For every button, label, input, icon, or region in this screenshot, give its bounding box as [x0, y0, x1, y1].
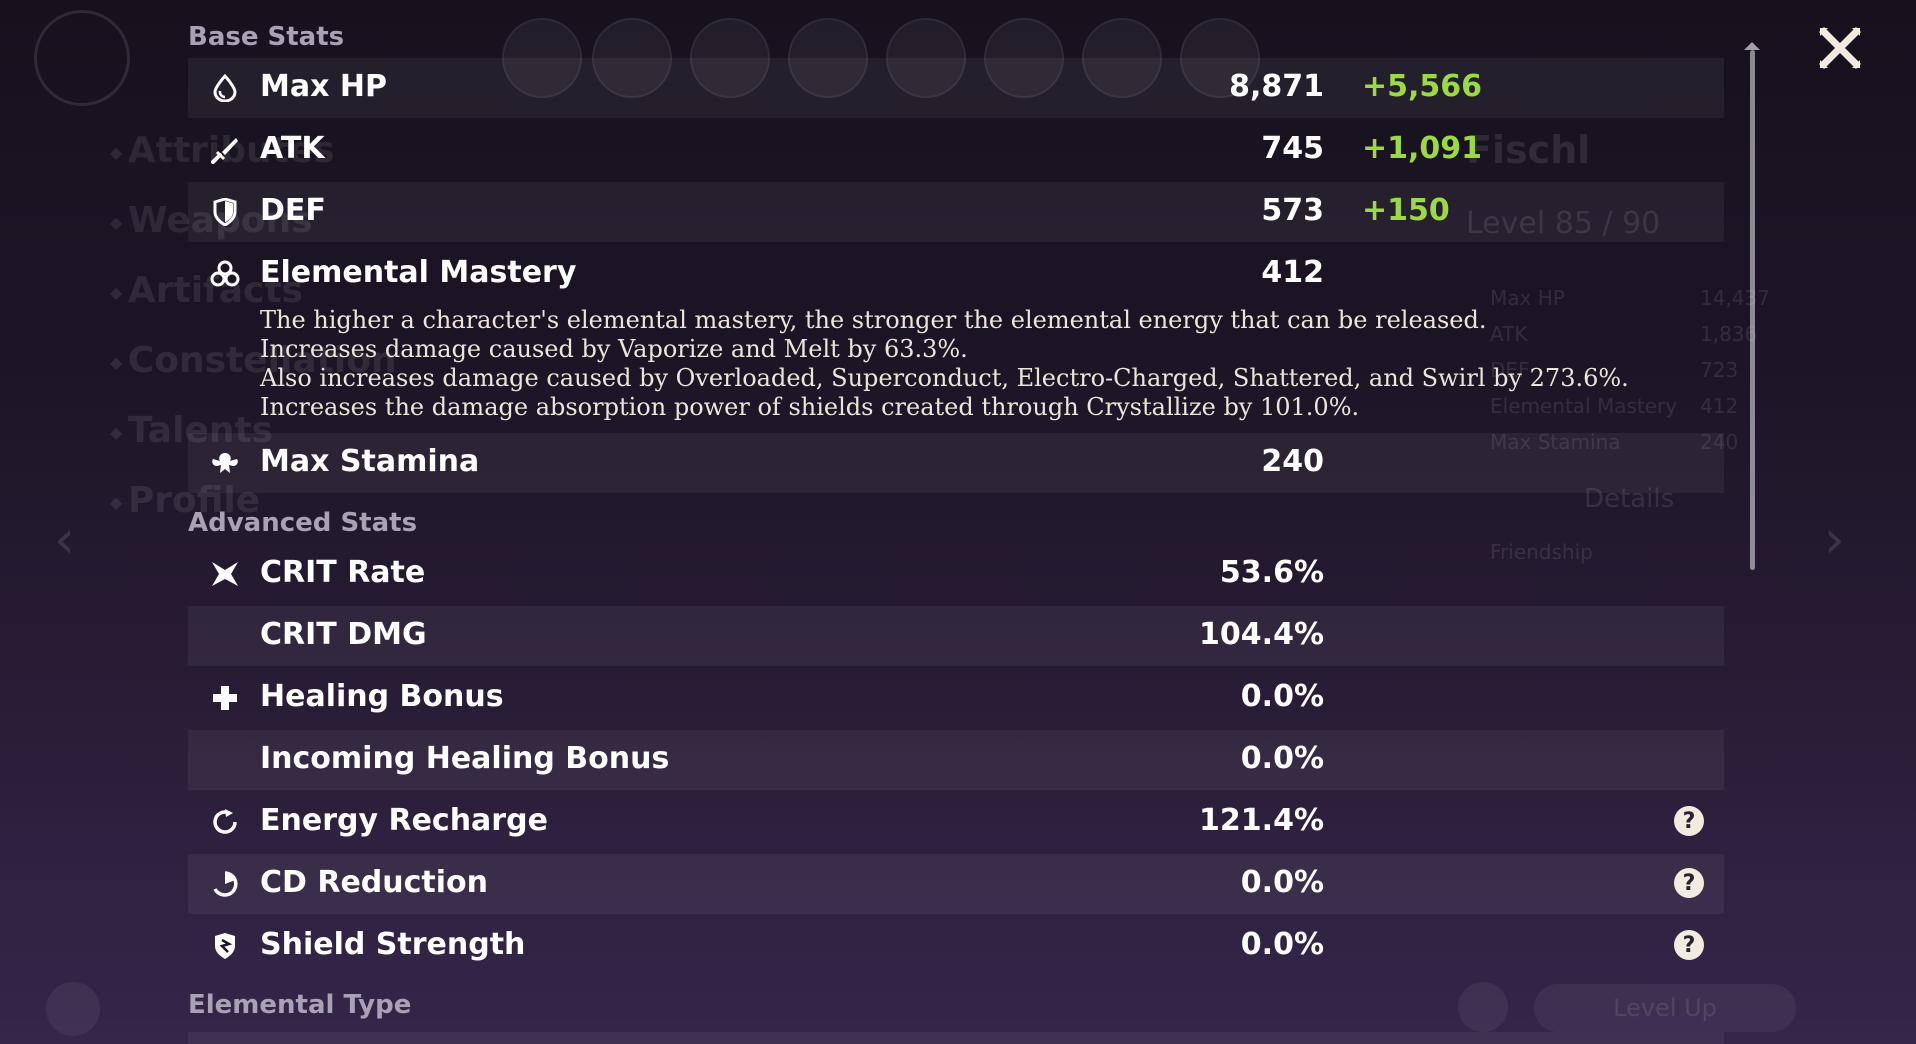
- stat-value: 0.0%: [1240, 865, 1324, 900]
- crit-icon: [210, 559, 240, 589]
- scroll-up-indicator: [1744, 42, 1760, 50]
- description-line: Increases damage caused by Vaporize and …: [260, 335, 968, 363]
- stat-row-healing-bonus: Healing Bonus 0.0%: [188, 668, 1724, 728]
- stat-row-max-hp: Max HP 8,871 +5,566: [188, 58, 1724, 118]
- stats-panel: Base Stats Max HP 8,871 +5,566 ATK 745 +…: [188, 0, 1724, 1044]
- shield-strength-icon: [210, 931, 240, 961]
- stat-bonus: +5,566: [1362, 69, 1483, 104]
- stat-row-cd-reduction: CD Reduction 0.0% ?: [188, 854, 1724, 914]
- stat-row-crit-rate: CRIT Rate 53.6%: [188, 544, 1724, 604]
- stat-label: Incoming Healing Bonus: [260, 741, 670, 776]
- help-icon[interactable]: ?: [1674, 930, 1704, 960]
- sword-icon: [210, 135, 240, 165]
- stat-bonus: +150: [1362, 193, 1450, 228]
- healing-cross-icon: [210, 683, 240, 713]
- stat-row-crit-dmg: CRIT DMG 104.4%: [188, 606, 1724, 666]
- energy-recharge-icon: [210, 807, 240, 837]
- droplet-icon: [210, 73, 240, 103]
- help-icon[interactable]: ?: [1674, 806, 1704, 836]
- cd-reduction-icon: [210, 869, 240, 899]
- stat-value: 0.0%: [1240, 741, 1324, 776]
- stat-label: ATK: [260, 131, 325, 166]
- stat-label: Max HP: [260, 69, 387, 104]
- section-title-elemental-type: Elemental Type: [188, 990, 412, 1020]
- stat-value: 412: [1261, 255, 1324, 290]
- stat-value: 0.0%: [1240, 927, 1324, 962]
- stamina-icon: [210, 448, 240, 478]
- shield-icon: [210, 197, 240, 227]
- stat-row-shield-strength: Shield Strength 0.0% ?: [188, 916, 1724, 976]
- stat-value: 0.0%: [1240, 679, 1324, 714]
- scrollbar[interactable]: [1750, 50, 1755, 570]
- description-line: Also increases damage caused by Overload…: [260, 364, 1629, 392]
- stat-row-elemental-mastery: Elemental Mastery 412: [188, 244, 1724, 304]
- description-line: Increases the damage absorption power of…: [260, 393, 1360, 421]
- stat-label: Healing Bonus: [260, 679, 504, 714]
- section-title-advanced-stats: Advanced Stats: [188, 508, 418, 538]
- close-icon[interactable]: [1818, 26, 1862, 70]
- element-emblem: [34, 10, 130, 106]
- elemental-mastery-description: The higher a character's elemental maste…: [260, 306, 1700, 422]
- stat-value: 573: [1261, 193, 1324, 228]
- stat-label: CD Reduction: [260, 865, 489, 900]
- next-character-arrow-icon: ›: [1824, 510, 1845, 570]
- stat-bonus: +1,091: [1362, 131, 1483, 166]
- stat-row-atk: ATK 745 +1,091: [188, 120, 1724, 180]
- section-title-base-stats: Base Stats: [188, 22, 345, 52]
- stat-label: Shield Strength: [260, 927, 526, 962]
- prev-character-arrow-icon: ‹: [54, 510, 75, 570]
- stat-label: DEF: [260, 193, 326, 228]
- stat-value: 121.4%: [1199, 803, 1324, 838]
- stat-label: Max Stamina: [260, 444, 480, 479]
- stat-label: CRIT Rate: [260, 555, 426, 590]
- stat-label: Elemental Mastery: [260, 255, 577, 290]
- elemental-type-row: [188, 1032, 1724, 1044]
- stat-row-max-stamina: Max Stamina 240: [188, 433, 1724, 493]
- help-icon[interactable]: ?: [1674, 868, 1704, 898]
- stat-row-energy-recharge: Energy Recharge 121.4% ?: [188, 792, 1724, 852]
- elemental-mastery-icon: [210, 259, 240, 289]
- stat-label: Energy Recharge: [260, 803, 548, 838]
- description-line: The higher a character's elemental maste…: [260, 306, 1487, 334]
- stat-value: 53.6%: [1219, 555, 1324, 590]
- stat-value: 104.4%: [1199, 617, 1324, 652]
- stat-value: 8,871: [1229, 69, 1324, 104]
- menu-grid-icon: [46, 982, 100, 1036]
- stat-value: 745: [1261, 131, 1324, 166]
- stat-label: CRIT DMG: [260, 617, 427, 652]
- stat-value: 240: [1261, 444, 1324, 479]
- stat-row-incoming-healing-bonus: Incoming Healing Bonus 0.0%: [188, 730, 1724, 790]
- stat-row-def: DEF 573 +150: [188, 182, 1724, 242]
